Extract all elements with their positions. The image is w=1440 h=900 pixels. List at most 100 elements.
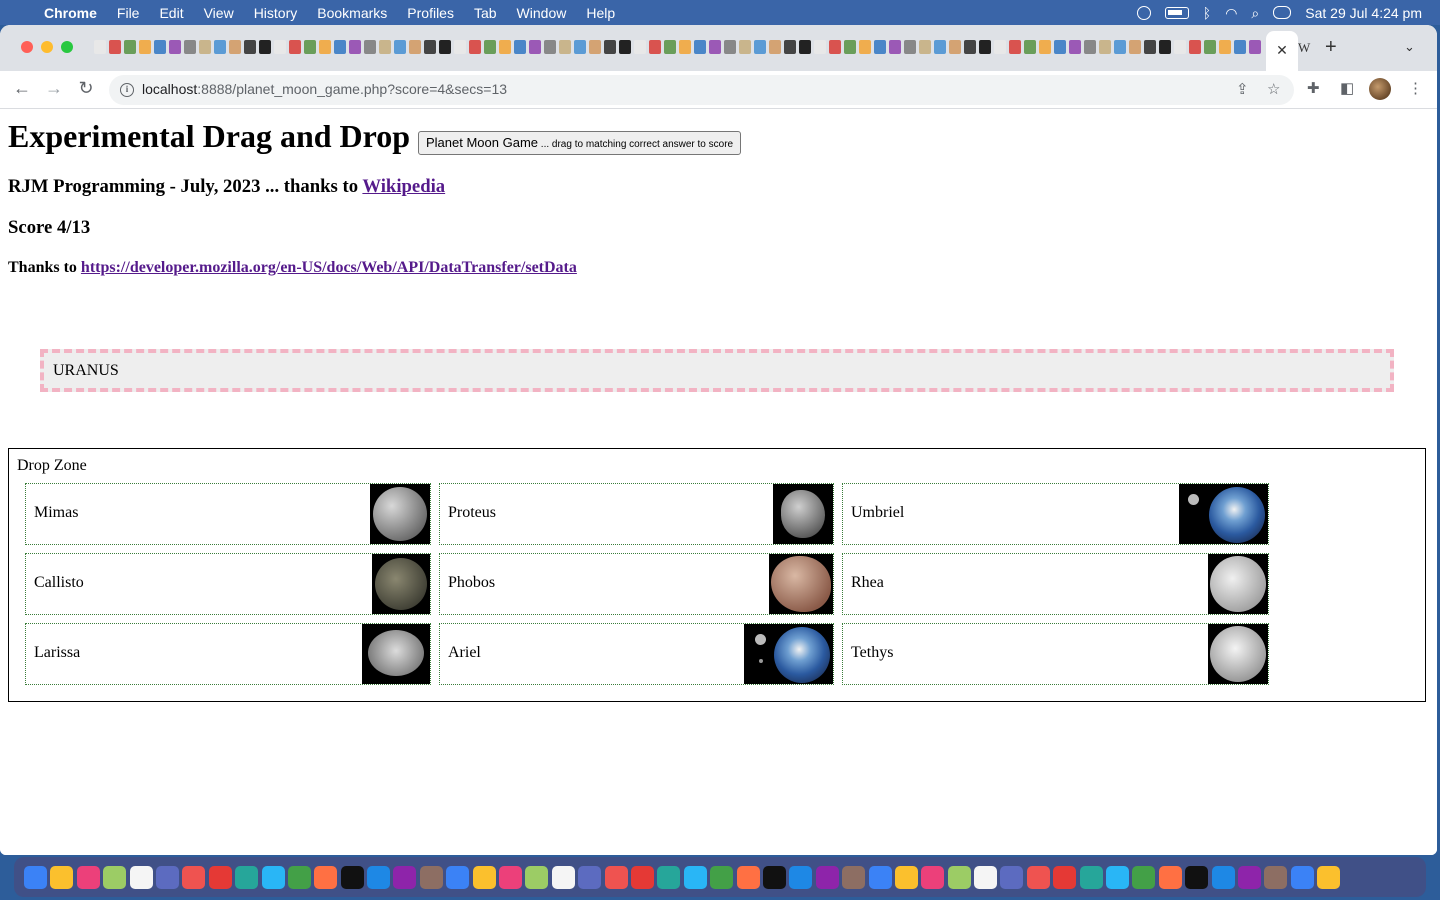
- tab-favicon[interactable]: [634, 40, 646, 54]
- dock-app-icon[interactable]: [419, 865, 443, 889]
- tab-favicon[interactable]: [469, 40, 481, 54]
- dock-app-icon[interactable]: [314, 865, 338, 889]
- tab-favicon[interactable]: [589, 40, 601, 54]
- dock-app-icon[interactable]: [683, 865, 707, 889]
- share-icon[interactable]: ⇪: [1236, 80, 1249, 98]
- tab-favicon[interactable]: [184, 40, 196, 54]
- tab-favicon[interactable]: [244, 40, 256, 54]
- dock-app-icon[interactable]: [710, 865, 734, 889]
- tab-favicon[interactable]: [1174, 40, 1186, 54]
- dock-app-icon[interactable]: [261, 865, 285, 889]
- tab-favicon[interactable]: [844, 40, 856, 54]
- dock-app-icon[interactable]: [551, 865, 575, 889]
- dock-app-icon[interactable]: [947, 865, 971, 889]
- dock-app-icon[interactable]: [578, 865, 602, 889]
- tab-favicon[interactable]: [619, 40, 631, 54]
- moon-target-larissa[interactable]: Larissa: [25, 623, 431, 685]
- tab-favicon[interactable]: [424, 40, 436, 54]
- extensions-puzzle-icon[interactable]: ✚: [1307, 79, 1320, 97]
- tab-favicon[interactable]: [919, 40, 931, 54]
- dock-app-icon[interactable]: [472, 865, 496, 889]
- menu-history[interactable]: History: [254, 5, 298, 21]
- wifi-icon[interactable]: ◠: [1225, 6, 1237, 20]
- tab-favicon[interactable]: [529, 40, 541, 54]
- dock-app-icon[interactable]: [842, 865, 866, 889]
- tab-favicon[interactable]: [874, 40, 886, 54]
- tab-favicon[interactable]: [349, 40, 361, 54]
- tab-favicon[interactable]: [214, 40, 226, 54]
- dock-app-icon[interactable]: [974, 865, 998, 889]
- dock-app-icon[interactable]: [1079, 865, 1103, 889]
- tab-favicon[interactable]: [784, 40, 796, 54]
- tab-favicon[interactable]: [829, 40, 841, 54]
- new-tab-icon[interactable]: +: [1325, 36, 1337, 59]
- wikipedia-link[interactable]: Wikipedia: [362, 176, 445, 197]
- dock-app-icon[interactable]: [1053, 865, 1077, 889]
- close-window-button[interactable]: [21, 41, 33, 53]
- tab-favicon[interactable]: [604, 40, 616, 54]
- control-center-icon[interactable]: [1273, 6, 1292, 19]
- site-info-icon[interactable]: i: [120, 83, 134, 97]
- tab-favicon[interactable]: [379, 40, 391, 54]
- tab-favicon[interactable]: [259, 40, 271, 54]
- tab-favicon[interactable]: [1099, 40, 1111, 54]
- tab-search-chevron-icon[interactable]: ⌄: [1404, 39, 1415, 55]
- dock-app-icon[interactable]: [868, 865, 892, 889]
- tab-favicon[interactable]: [319, 40, 331, 54]
- bookmark-star-icon[interactable]: ☆: [1267, 80, 1280, 98]
- moon-target-callisto[interactable]: Callisto: [25, 553, 431, 615]
- tab-favicon[interactable]: [649, 40, 661, 54]
- menu-profiles[interactable]: Profiles: [407, 5, 454, 21]
- tab-favicon[interactable]: [1009, 40, 1021, 54]
- menu-help[interactable]: Help: [586, 5, 615, 21]
- tab-favicon[interactable]: [454, 40, 466, 54]
- fullscreen-window-button[interactable]: [61, 41, 73, 53]
- moon-target-rhea[interactable]: Rhea: [842, 553, 1269, 615]
- tab-favicon[interactable]: [904, 40, 916, 54]
- menu-bookmarks[interactable]: Bookmarks: [317, 5, 387, 21]
- dock-app-icon[interactable]: [1106, 865, 1130, 889]
- tab-favicon[interactable]: [1204, 40, 1216, 54]
- moon-target-proteus[interactable]: Proteus: [439, 483, 834, 545]
- moon-target-umbriel[interactable]: Umbriel: [842, 483, 1269, 545]
- menu-window[interactable]: Window: [517, 5, 567, 21]
- url-text[interactable]: localhost:8888/planet_moon_game.php?scor…: [142, 81, 507, 97]
- tab-favicon[interactable]: [1024, 40, 1036, 54]
- dock-app-icon[interactable]: [815, 865, 839, 889]
- menu-bar-clock[interactable]: Sat 29 Jul 4:24 pm: [1305, 5, 1422, 21]
- moon-target-tethys[interactable]: Tethys: [842, 623, 1269, 685]
- dock-app-icon[interactable]: [657, 865, 681, 889]
- tab-favicon[interactable]: [394, 40, 406, 54]
- pinned-tab-favicons[interactable]: [94, 40, 1264, 58]
- tab-favicon[interactable]: [1054, 40, 1066, 54]
- tab-favicon[interactable]: [724, 40, 736, 54]
- menu-tab[interactable]: Tab: [474, 5, 497, 21]
- tab-favicon[interactable]: [154, 40, 166, 54]
- tab-favicon[interactable]: [709, 40, 721, 54]
- tab-favicon[interactable]: [229, 40, 241, 54]
- dock-app-icon[interactable]: [736, 865, 760, 889]
- tab-favicon[interactable]: [334, 40, 346, 54]
- dock-app-icon[interactable]: [446, 865, 470, 889]
- dock-app-icon[interactable]: [1000, 865, 1024, 889]
- tab-favicon[interactable]: [514, 40, 526, 54]
- tab-favicon[interactable]: [1084, 40, 1096, 54]
- dock-app-icon[interactable]: [103, 865, 127, 889]
- tab-favicon[interactable]: [1189, 40, 1201, 54]
- tab-favicon[interactable]: [109, 40, 121, 54]
- dock-app-icon[interactable]: [1237, 865, 1261, 889]
- tab-favicon[interactable]: [1144, 40, 1156, 54]
- tab-favicon[interactable]: [139, 40, 151, 54]
- chrome-menu-icon[interactable]: ⋮: [1408, 79, 1423, 97]
- dock-app-icon[interactable]: [155, 865, 179, 889]
- dock-app-icon[interactable]: [630, 865, 654, 889]
- tab-favicon[interactable]: [409, 40, 421, 54]
- forward-arrow-icon[interactable]: →: [42, 78, 66, 99]
- tab-favicon[interactable]: [994, 40, 1006, 54]
- menu-file[interactable]: File: [117, 5, 140, 21]
- dock-app-icon[interactable]: [1211, 865, 1235, 889]
- minimize-window-button[interactable]: [41, 41, 53, 53]
- tab-favicon[interactable]: [679, 40, 691, 54]
- tab-favicon[interactable]: [799, 40, 811, 54]
- dock-app-icon[interactable]: [24, 865, 47, 889]
